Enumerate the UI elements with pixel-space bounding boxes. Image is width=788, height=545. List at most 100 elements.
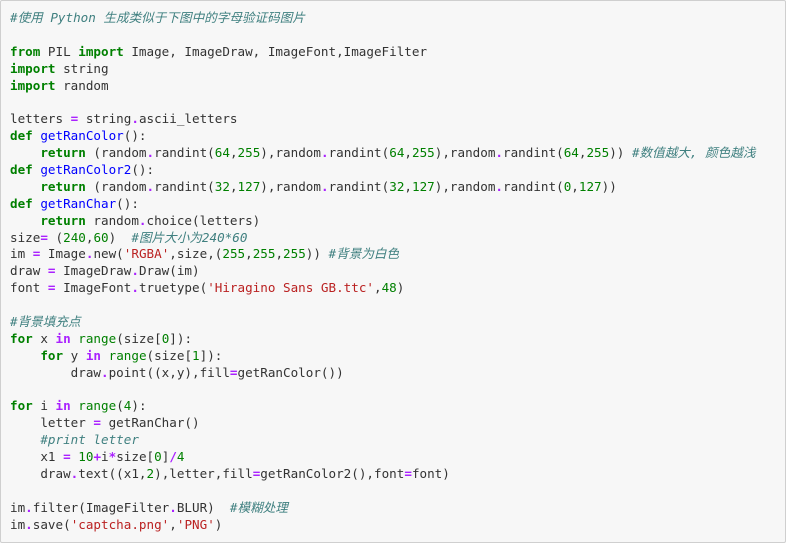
number-token: 2 [146, 466, 155, 482]
code-text-token: draw [10, 263, 48, 279]
code-text-token: , [374, 280, 382, 296]
code-text-token: ),random [434, 145, 496, 161]
number-token: 32 [389, 178, 405, 194]
keyword-token: return [40, 145, 86, 161]
code-line: for y in range(size[1]): [10, 348, 781, 365]
number-token: 0 [154, 449, 162, 465]
comment-token: #背景填充点 [10, 314, 81, 330]
code-text-token: text((x1, [78, 466, 147, 482]
operator-token: = [47, 263, 56, 279]
number-token: 255 [222, 246, 246, 262]
comment-token: #print letter [40, 432, 139, 448]
code-text-token: im [10, 246, 33, 262]
code-cell-input[interactable]: #使用 Python 生成类似于下图中的字母验证码图片 from PIL impo… [0, 0, 786, 543]
operator-token: + [93, 449, 102, 465]
code-text-token: ),random [434, 178, 496, 194]
code-text-token: i [32, 398, 56, 414]
code-text-token: , [275, 246, 284, 262]
code-text-token: ): [131, 398, 147, 414]
operator-token: in [55, 398, 71, 414]
code-text-token: ),random [260, 178, 321, 194]
number-token: 127 [412, 178, 435, 194]
operator-token: . [320, 178, 329, 194]
code-line: #使用 Python 生成类似于下图中的字母验证码图片 [10, 10, 781, 27]
code-line: import random [10, 78, 781, 95]
code-text-token: new( [93, 246, 124, 262]
code-text-token: (random [85, 145, 147, 161]
operator-token: / [169, 449, 177, 465]
operator-token: = [47, 280, 56, 296]
comment-token: #背景为白色 [328, 246, 400, 262]
code-line: return (random.randint(32,127),random.ra… [10, 179, 781, 196]
code-text-token: getRanColor()) [237, 364, 344, 380]
string-token: 'Hiragino Sans GB.ttc' [207, 280, 374, 296]
comment-token: #图片大小为240*60 [131, 229, 248, 245]
code-text-token: )) [609, 145, 632, 161]
code-text-token: size[ [116, 449, 155, 465]
number-token: 255 [283, 246, 306, 262]
code-text-token: ),random [260, 145, 321, 161]
operator-token: in [85, 347, 102, 363]
number-token: 32 [214, 178, 230, 194]
keyword-token: def [10, 162, 33, 178]
number-token: 10 [78, 449, 94, 465]
code-text-token: BLUR) [176, 499, 230, 515]
code-text-token: choice(letters) [146, 212, 261, 228]
code-text-token: Image [40, 246, 86, 262]
code-text-token: letters [10, 111, 71, 127]
code-text-token: random [85, 212, 139, 228]
code-text-token: , [229, 178, 238, 194]
code-text-token: ( [116, 398, 124, 414]
code-text-token: string [55, 60, 109, 76]
code-line: draw = ImageDraw.Draw(im) [10, 263, 781, 280]
code-text-token: Draw(im) [138, 263, 200, 279]
operator-token: . [495, 178, 504, 194]
code-text-token: (): [116, 195, 139, 211]
code-text-token: ),letter,fill [154, 466, 253, 482]
builtin-token: range [78, 330, 117, 346]
string-token: 'RGBA' [123, 246, 170, 262]
keyword-token: def [10, 128, 33, 144]
code-text-token: getRanColor2(),font [260, 466, 405, 482]
code-text-token: ImageDraw [55, 263, 132, 279]
code-text-token: ( [47, 229, 64, 245]
number-token: 255 [412, 145, 435, 161]
code-line: for i in range(4): [10, 398, 781, 415]
code-text-token: , [245, 246, 253, 262]
code-text-token: (size[ [146, 347, 193, 363]
code-line: from PIL import Image, ImageDraw, ImageF… [10, 44, 781, 61]
string-token: 'PNG' [176, 516, 215, 532]
code-text-token: ]): [169, 330, 193, 346]
code-editor[interactable]: #使用 Python 生成类似于下图中的字母验证码图片 from PIL impo… [10, 10, 781, 534]
function-name-token: getRanColor [40, 128, 124, 144]
number-token: 60 [93, 229, 109, 245]
builtin-token: range [108, 347, 147, 363]
code-text-token: font) [411, 466, 450, 482]
keyword-token: import [10, 60, 56, 76]
code-line: im.save('captcha.png','PNG') [10, 517, 781, 534]
code-line: #背景填充点 [10, 314, 781, 331]
code-text-token: draw [10, 364, 101, 380]
operator-token: = [63, 449, 71, 465]
number-token: 4 [176, 449, 185, 465]
operator-token: . [25, 499, 33, 515]
code-text-token: randint( [503, 178, 564, 194]
operator-token: . [320, 145, 329, 161]
operator-token: . [25, 516, 33, 532]
code-text-token: random [55, 77, 109, 93]
code-text-token: string [78, 111, 132, 127]
code-text-token: draw [10, 466, 71, 482]
operator-token: = [404, 466, 412, 482]
code-text-token: , [229, 145, 238, 161]
code-text-token: getRanChar() [101, 415, 200, 431]
function-name-token: getRanColor2 [40, 162, 132, 178]
code-text-token: , [404, 145, 412, 161]
code-text-token: im [10, 516, 26, 532]
number-token: 48 [381, 280, 397, 296]
